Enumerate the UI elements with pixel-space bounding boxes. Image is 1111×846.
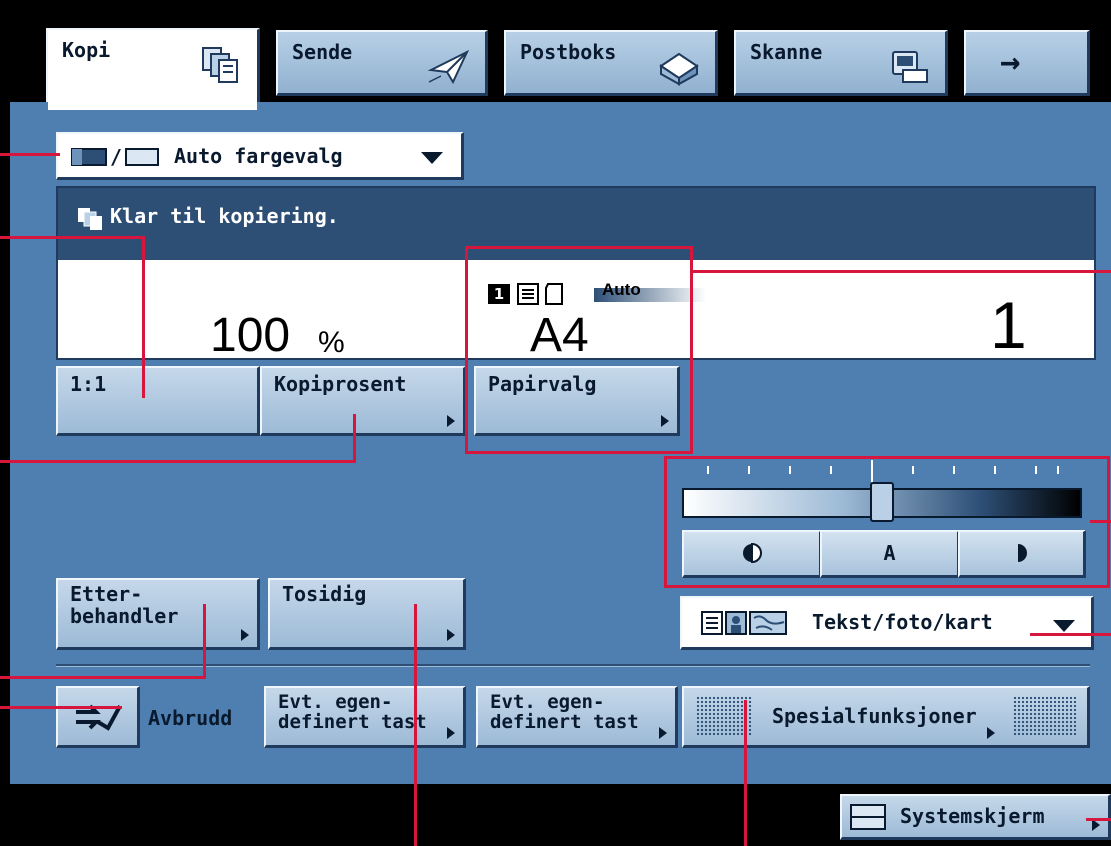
- callout-line: [690, 270, 1111, 273]
- callout-line: [0, 676, 206, 679]
- copy-icon: [202, 47, 238, 83]
- mailbox-icon: [659, 52, 699, 86]
- two-sided-button[interactable]: Tosidig: [268, 578, 466, 650]
- callout-line: [744, 700, 747, 846]
- callout-line: [414, 604, 417, 846]
- color-mode-icon: /: [71, 146, 159, 168]
- two-sided-label: Tosidig: [282, 582, 367, 606]
- arrow-right-icon: [447, 629, 455, 641]
- color-select-value: Auto fargevalg: [174, 144, 343, 168]
- arrow-right-icon: [987, 727, 995, 739]
- arrow-right-icon: →: [1000, 42, 1021, 82]
- one-to-one-button[interactable]: 1:1: [56, 366, 260, 436]
- tab-sende[interactable]: Sende: [276, 30, 488, 96]
- callout-line: [0, 706, 122, 709]
- copy-ratio-unit: %: [318, 326, 345, 359]
- system-monitor-button[interactable]: Systemskjerm: [840, 794, 1111, 840]
- custom-key-2-label-2: definert tast: [490, 711, 639, 733]
- copy-ratio-label: Kopiprosent: [274, 372, 407, 396]
- arrow-right-icon: [241, 629, 249, 641]
- custom-key-2-button[interactable]: Evt. egen- definert tast: [476, 686, 678, 748]
- tab-label: Sende: [292, 40, 353, 64]
- callout-box-density: [664, 456, 1110, 588]
- interrupt-label: Avbrudd: [148, 706, 233, 730]
- finisher-label-1: Etter-: [70, 582, 143, 606]
- callout-line: [0, 236, 144, 239]
- tab-kopi[interactable]: Kopi: [46, 28, 260, 108]
- custom-key-2-label-1: Evt. egen-: [490, 691, 605, 713]
- text-photo-map-icon: [701, 611, 787, 635]
- callout-line: [1086, 818, 1111, 821]
- tab-more[interactable]: →: [964, 30, 1090, 96]
- active-tab-joint: [48, 100, 257, 110]
- callout-line: [0, 153, 60, 156]
- copy-count: 1: [990, 288, 1027, 362]
- special-functions-label: Spesialfunksjoner: [772, 704, 977, 728]
- copier-screen: Kopi Sende Postboks Skanne → / Auto farg…: [0, 0, 1111, 846]
- dot-pattern-icon: [1013, 696, 1077, 736]
- tab-label: Kopi: [62, 38, 111, 62]
- callout-line: [203, 604, 206, 679]
- callout-line: [0, 460, 356, 463]
- finisher-button[interactable]: Etter- behandler: [56, 578, 260, 650]
- tab-label: Skanne: [750, 40, 823, 64]
- divider: [56, 664, 1090, 667]
- callout-line: [142, 236, 145, 398]
- custom-key-1-button[interactable]: Evt. egen- definert tast: [264, 686, 466, 748]
- tab-skanne[interactable]: Skanne: [734, 30, 948, 96]
- one-to-one-label: 1:1: [70, 372, 107, 396]
- custom-key-1-label-1: Evt. egen-: [278, 691, 393, 713]
- svg-text:/: /: [110, 146, 122, 168]
- image-mode-value: Tekst/foto/kart: [812, 610, 993, 634]
- callout-box-paper: [465, 246, 693, 454]
- status-message: Klar til kopiering.: [110, 204, 339, 228]
- copy-ratio-button[interactable]: Kopiprosent: [260, 366, 466, 436]
- monitor-icon: [850, 804, 886, 830]
- system-monitor-label: Systemskjerm: [900, 804, 1045, 828]
- tab-postboks[interactable]: Postboks: [504, 30, 718, 96]
- copy-icon: [78, 208, 102, 230]
- finisher-label-2: behandler: [70, 604, 179, 628]
- tab-label: Postboks: [520, 40, 617, 64]
- callout-line: [353, 414, 356, 463]
- color-select-dropdown[interactable]: / Auto fargevalg: [56, 132, 464, 180]
- callout-line: [1030, 633, 1111, 636]
- paper-plane-icon: [427, 49, 470, 85]
- chevron-down-icon: [421, 152, 443, 164]
- arrow-right-icon: [447, 727, 455, 739]
- image-mode-dropdown[interactable]: Tekst/foto/kart: [680, 596, 1094, 650]
- chevron-down-icon: [1053, 620, 1075, 632]
- interrupt-button[interactable]: [56, 686, 140, 748]
- custom-key-1-label-2: definert tast: [278, 711, 427, 733]
- arrow-right-icon: [447, 415, 455, 427]
- scanner-icon: [892, 51, 928, 83]
- arrow-right-icon: [659, 727, 667, 739]
- copy-ratio-value: 100: [210, 309, 291, 362]
